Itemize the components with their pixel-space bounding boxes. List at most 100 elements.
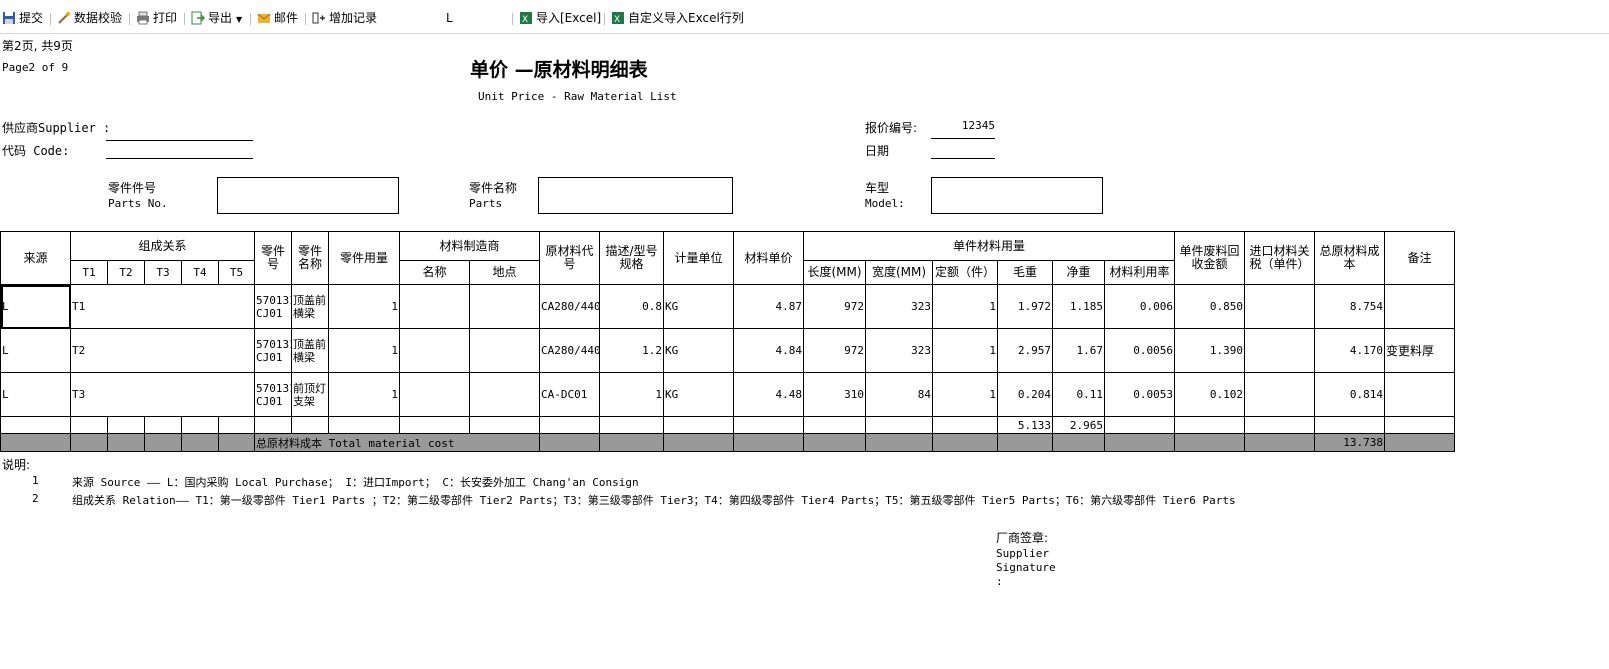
cell-empty[interactable] (1104, 433, 1176, 452)
cell-usage[interactable]: 1 (328, 372, 400, 417)
add-record-button[interactable]: 增加记录 (312, 10, 377, 26)
cell-scrap[interactable]: 0.850 (1174, 284, 1246, 329)
cell-total[interactable]: 0.814 (1314, 372, 1386, 417)
cell-source[interactable]: L (0, 284, 71, 329)
cell-maker-name[interactable] (399, 328, 470, 373)
print-button[interactable]: 打印 (136, 10, 177, 26)
cell-empty[interactable] (1384, 416, 1456, 434)
cell-empty[interactable] (328, 416, 400, 434)
parts-no-field[interactable] (217, 177, 399, 214)
cell-empty[interactable] (468, 416, 541, 434)
cell-empty[interactable] (70, 433, 108, 452)
cell-length[interactable]: 972 (803, 284, 867, 329)
cell-empty[interactable] (733, 416, 805, 434)
cell-empty[interactable] (291, 416, 329, 434)
cell-spec[interactable]: 0.8 (599, 284, 665, 329)
cell-price[interactable]: 4.84 (733, 328, 805, 373)
cell-empty[interactable] (1174, 433, 1246, 452)
cell-empty[interactable] (1244, 433, 1316, 452)
cell-usage[interactable]: 1 (328, 328, 400, 373)
cell-price[interactable]: 4.87 (733, 284, 805, 329)
cell-unit[interactable]: KG (663, 328, 735, 373)
cell-quota[interactable]: 1 (932, 372, 999, 417)
cell-net[interactable]: 1.67 (1052, 328, 1106, 373)
cell-length[interactable]: 310 (803, 372, 867, 417)
cell-remark[interactable]: 变更料厚 (1384, 328, 1456, 373)
cell-tax[interactable] (1244, 328, 1316, 373)
export-button[interactable]: 导出 ▼ (191, 10, 242, 26)
cell-width[interactable]: 84 (865, 372, 934, 417)
import-excel-button[interactable]: X 导入[Excel] (519, 10, 601, 26)
cell-empty[interactable] (1174, 416, 1246, 434)
cell-part-name[interactable]: 顶盖前横梁 (291, 284, 329, 329)
cell-empty[interactable] (0, 416, 71, 434)
cell-maker-place[interactable] (468, 284, 541, 329)
cell-empty[interactable] (107, 433, 145, 452)
cell-relation[interactable]: T2 (70, 328, 255, 373)
cell-unit[interactable]: KG (663, 372, 735, 417)
cell-gross[interactable]: 0.204 (997, 372, 1054, 417)
cell-raw-code[interactable]: CA-DC01 (539, 372, 601, 417)
cell-price[interactable]: 4.48 (733, 372, 805, 417)
cell-empty[interactable] (932, 416, 999, 434)
cell-empty[interactable] (599, 433, 665, 452)
cell-empty[interactable] (663, 433, 735, 452)
cell-quota[interactable]: 1 (932, 284, 999, 329)
cell-empty[interactable] (218, 433, 255, 452)
cell-part-no[interactable]: 5701311-CJ01 (254, 284, 292, 329)
cell-remark[interactable] (1384, 372, 1456, 417)
cell-empty[interactable] (1384, 433, 1456, 452)
cell-empty[interactable] (539, 416, 601, 434)
cell-gross[interactable]: 1.972 (997, 284, 1054, 329)
cell-remark[interactable] (1384, 284, 1456, 329)
cell-empty[interactable] (803, 433, 867, 452)
cell-unit[interactable]: KG (663, 284, 735, 329)
cell-raw-code[interactable]: CA280/440VK (539, 328, 601, 373)
cell-spec[interactable]: 1.2 (599, 328, 665, 373)
cell-empty[interactable] (399, 416, 470, 434)
cell-total[interactable]: 8.754 (1314, 284, 1386, 329)
cell-empty[interactable] (865, 416, 934, 434)
cell-part-name[interactable]: 顶盖前横梁 (291, 328, 329, 373)
cell-spec[interactable]: 1 (599, 372, 665, 417)
cell-empty[interactable] (254, 416, 292, 434)
cell-empty[interactable] (1052, 433, 1106, 452)
cell-source[interactable]: L (0, 328, 71, 373)
cell-source[interactable]: L (0, 372, 71, 417)
cell-empty[interactable] (144, 416, 182, 434)
cell-empty[interactable] (0, 433, 71, 452)
model-field[interactable] (931, 177, 1103, 214)
cell-width[interactable]: 323 (865, 328, 934, 373)
cell-usage[interactable]: 1 (328, 284, 400, 329)
cell-scrap[interactable]: 1.390 (1174, 328, 1246, 373)
cell-util[interactable]: 0.006 (1104, 284, 1176, 329)
cell-empty[interactable] (803, 416, 867, 434)
cell-gross[interactable]: 2.957 (997, 328, 1054, 373)
cell-maker-name[interactable] (399, 372, 470, 417)
submit-button[interactable]: 提交 (2, 10, 43, 26)
cell-empty[interactable] (1314, 416, 1386, 434)
cell-part-no[interactable]: 5701312-CJ01 (254, 372, 292, 417)
cell-empty[interactable] (997, 433, 1054, 452)
cell-relation[interactable]: T3 (70, 372, 255, 417)
parts-name-field[interactable] (538, 177, 733, 214)
cell-empty[interactable] (70, 416, 108, 434)
cell-length[interactable]: 972 (803, 328, 867, 373)
cell-empty[interactable] (733, 433, 805, 452)
cell-empty[interactable] (181, 433, 219, 452)
total-value[interactable]: 13.738 (1314, 433, 1386, 452)
cell-total[interactable]: 4.170 (1314, 328, 1386, 373)
cell-empty[interactable] (218, 416, 255, 434)
cell-empty[interactable] (107, 416, 145, 434)
cell-tax[interactable] (1244, 284, 1316, 329)
sum-net[interactable]: 2.965 (1052, 416, 1106, 434)
cell-maker-place[interactable] (468, 328, 541, 373)
cell-part-name[interactable]: 前顶灯支架 (291, 372, 329, 417)
cell-empty[interactable] (599, 416, 665, 434)
validate-button[interactable]: 数据校验 (57, 10, 122, 26)
field-value-display[interactable]: L (446, 10, 453, 26)
cell-empty[interactable] (1244, 416, 1316, 434)
cell-util[interactable]: 0.0056 (1104, 328, 1176, 373)
cell-scrap[interactable]: 0.102 (1174, 372, 1246, 417)
custom-import-button[interactable]: X 自定义导入Excel行列 (611, 10, 744, 26)
